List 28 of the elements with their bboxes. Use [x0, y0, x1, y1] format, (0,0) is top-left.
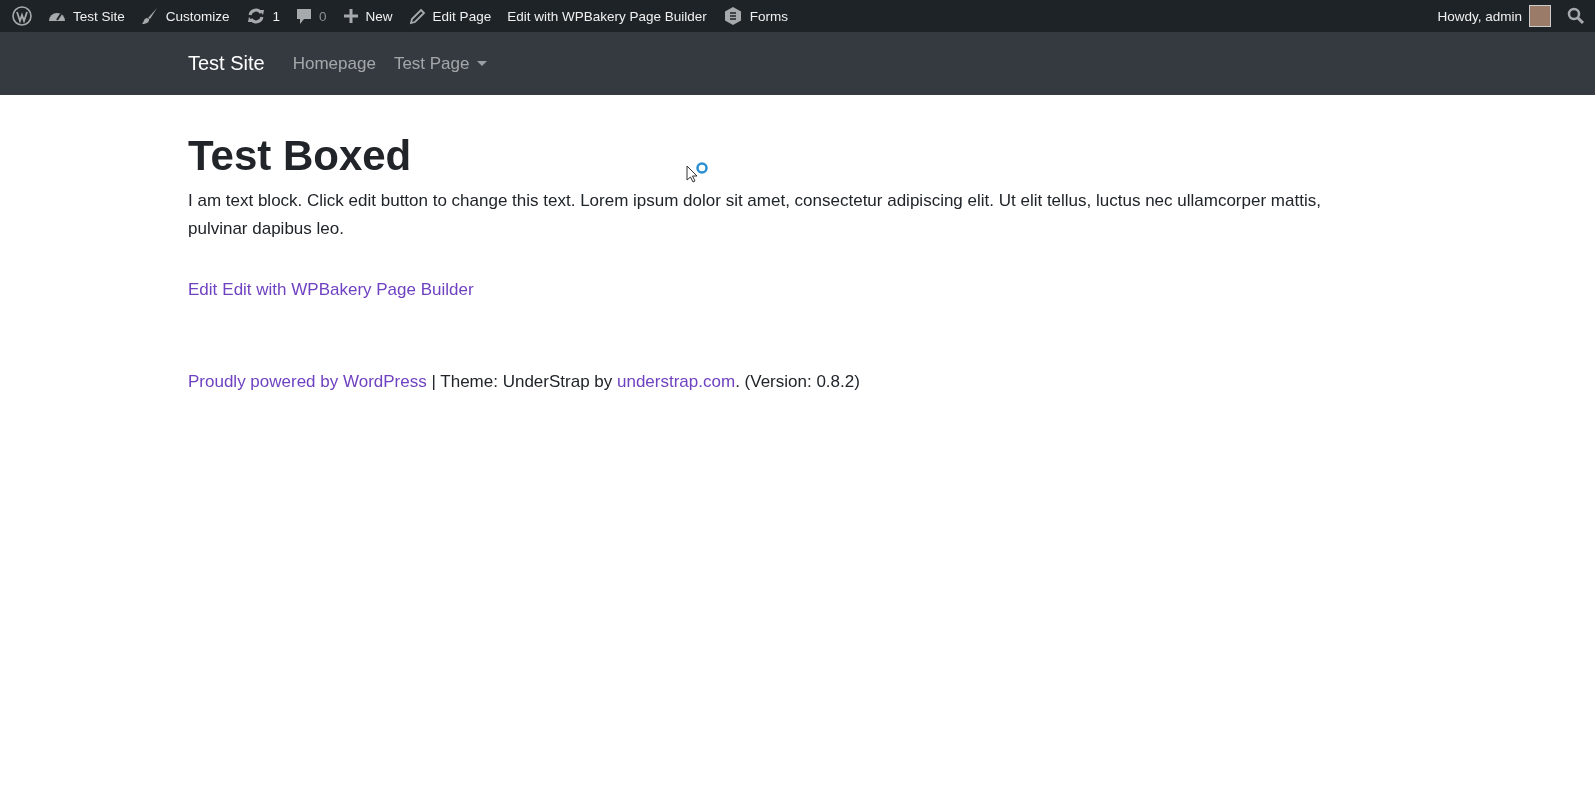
footer-link[interactable]: Proudly powered by WordPress: [188, 371, 427, 391]
speech-bubble-icon: [296, 7, 313, 25]
edit-link[interactable]: Edit with WPBakery Page Builder: [222, 279, 474, 300]
nav-link[interactable]: Homepage: [292, 53, 376, 74]
toolbar-item[interactable]: Customize: [132, 0, 238, 32]
site-brand[interactable]: Test Site: [188, 52, 265, 75]
plus-icon: [342, 8, 359, 24]
refresh-icon: [245, 7, 266, 25]
toolbar-item[interactable]: Edit Page: [400, 0, 500, 32]
caret-icon: [477, 60, 488, 67]
toolbar-item[interactable]: 0: [288, 0, 335, 32]
toolbar-item[interactable]: Edit with WPBakery Page Builder: [499, 0, 715, 32]
toolbar-item[interactable]: 1: [237, 0, 289, 32]
toolbar-item[interactable]: New: [334, 0, 401, 32]
avatar-placeholder: [1529, 5, 1551, 27]
toolbar-item[interactable]: Forms: [714, 0, 796, 32]
page-title: Test Boxed: [188, 131, 412, 181]
edit-link[interactable]: Edit: [188, 279, 218, 300]
pencil-icon: [408, 7, 426, 25]
footer-link[interactable]: understrap.com: [617, 371, 736, 391]
search-icon[interactable]: [1567, 7, 1585, 25]
account-menu[interactable]: Howdy, admin: [1429, 0, 1559, 32]
list-icon: [722, 6, 743, 26]
footer-text: Proudly powered by WordPress | Theme: UnderStrap by understrap.com. (Version: 0.8.2): [188, 371, 861, 392]
toolbar-item[interactable]: Test Site: [40, 0, 133, 32]
body-text: I am text block. Click edit button to change this text. Lorem ipsum dolor sit amet, consectetur adipiscing elit. Ut elit tellus, luctus nec ullamcorper mattis, pulvinar dapibus leo.: [188, 190, 1322, 240]
nav-link[interactable]: Test Page: [393, 53, 488, 74]
busy-cursor-icon: [686, 162, 710, 184]
